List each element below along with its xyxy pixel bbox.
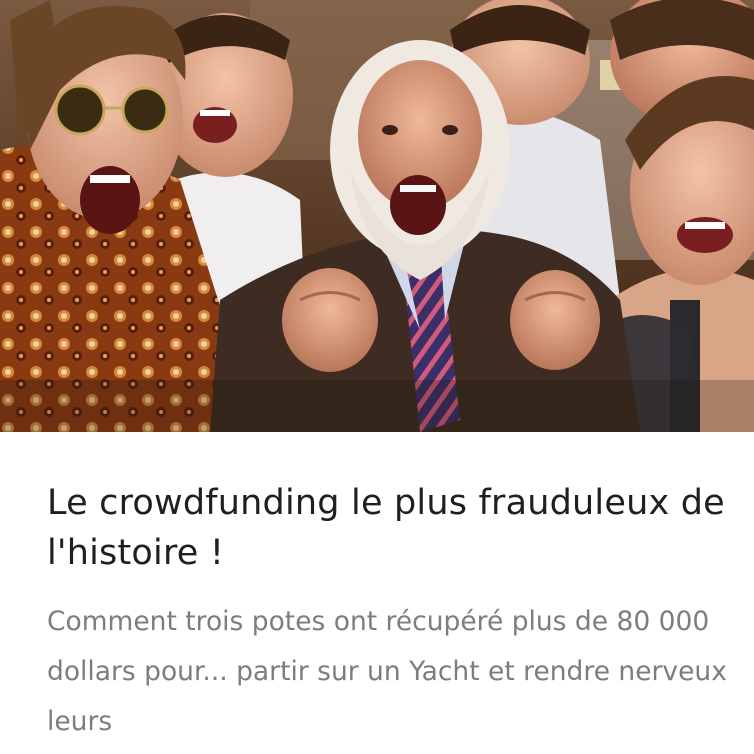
article-excerpt: Comment trois potes ont récupéré plus de… [47, 606, 727, 737]
article-hero-image[interactable] [0, 0, 754, 432]
cheering-people-photo [0, 0, 754, 432]
article-card[interactable]: Le crowdfunding le plus frauduleux de l'… [0, 0, 754, 754]
article-title[interactable]: Le crowdfunding le plus frauduleux de l'… [47, 478, 727, 578]
